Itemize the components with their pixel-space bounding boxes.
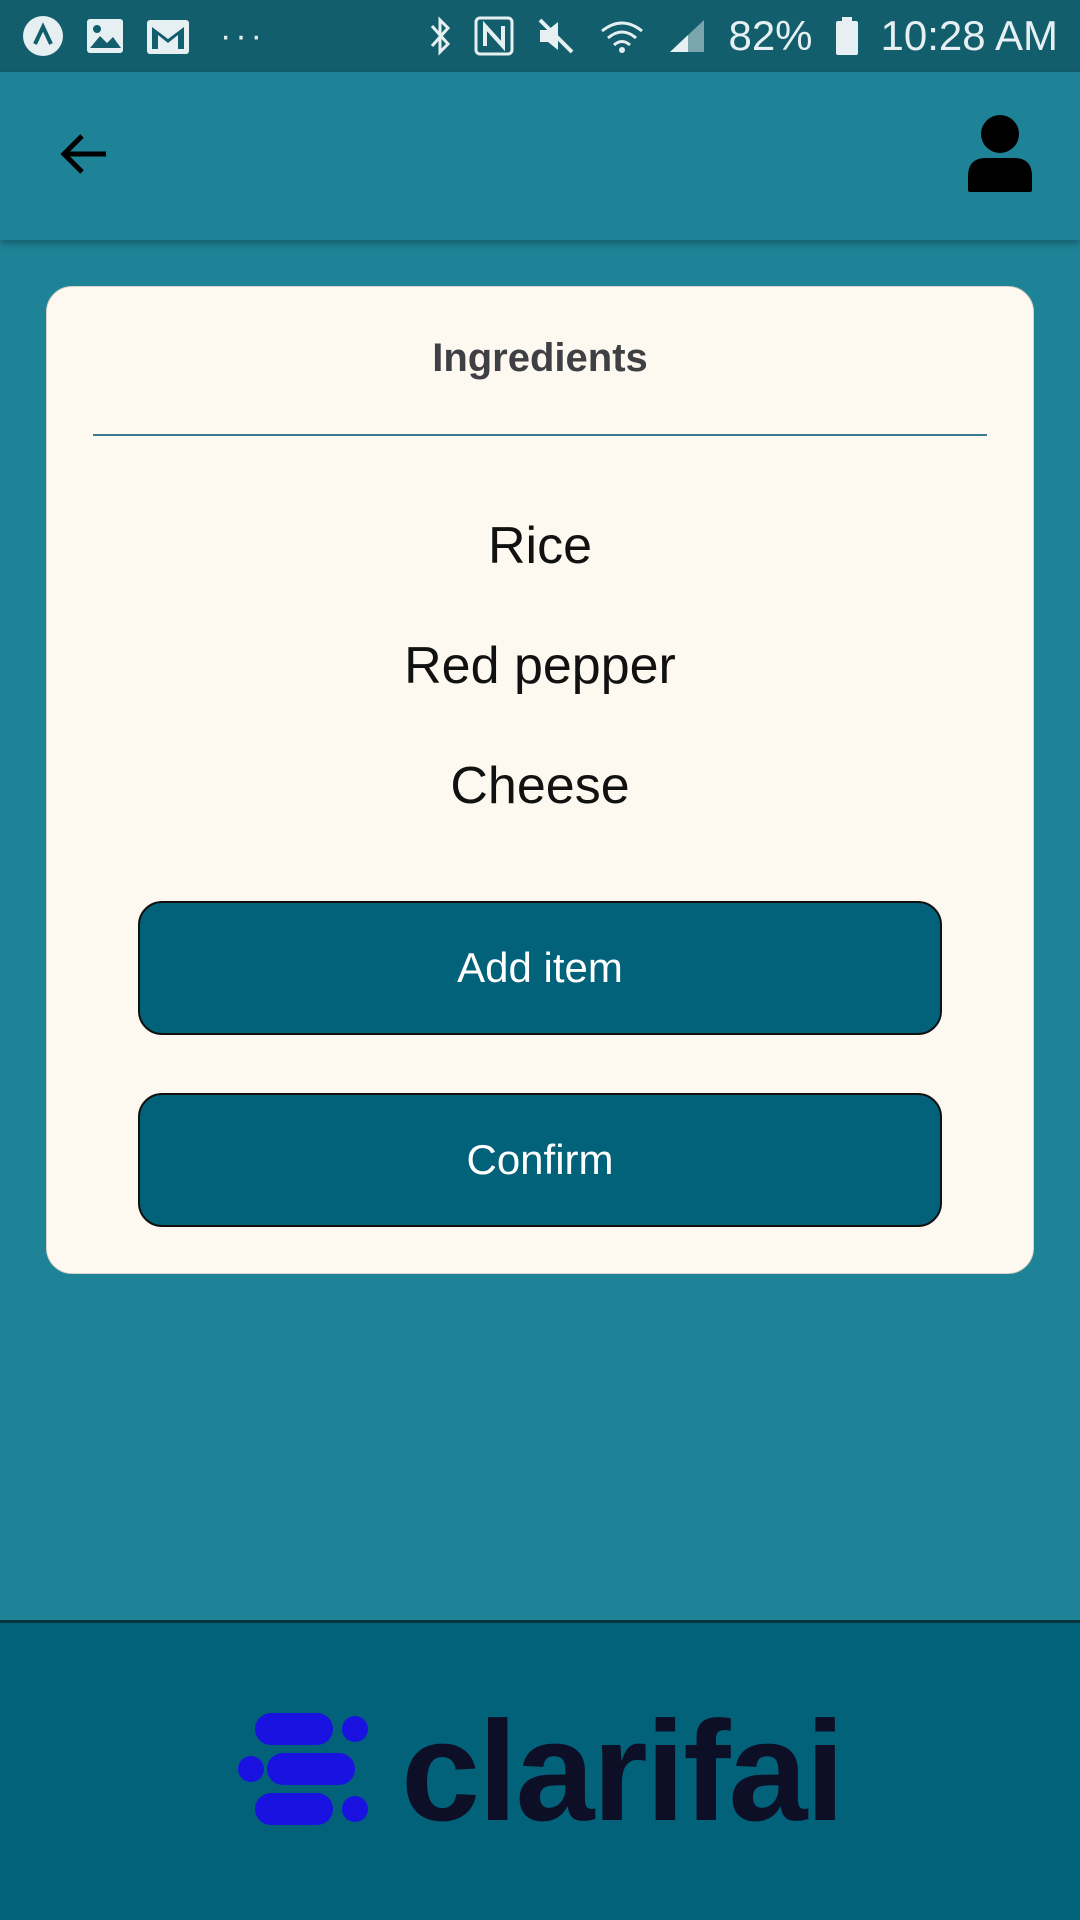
user-icon [966,114,1034,199]
card-title: Ingredients [432,336,648,380]
back-button[interactable] [56,126,112,187]
app-icon [22,15,64,57]
battery-percent: 82% [728,12,813,59]
ingredient-item: Red pepper [404,637,676,695]
image-icon [86,18,124,54]
ingredient-item: Cheese [450,757,630,815]
clarifai-mark-icon [237,1711,371,1832]
mute-icon [536,16,576,56]
nfc-icon [474,16,514,56]
status-bar: ··· 82% 10:28 AM [0,0,1080,72]
footer: clarifai [0,1620,1080,1920]
ingredient-item: Rice [487,517,593,575]
status-bar-left: ··· [22,15,266,57]
logo-text: clarifai [401,1691,845,1851]
clock: 10:28 AM [880,12,1058,59]
add-item-button[interactable]: Add item [138,901,942,1035]
gmail-icon [146,17,190,55]
signal-icon [668,18,706,54]
arrow-left-icon [56,126,112,187]
status-bar-right: 82% 10:28 AM [428,12,1058,60]
profile-button[interactable] [966,114,1034,199]
divider [93,434,987,436]
battery-icon [835,16,859,56]
confirm-button[interactable]: Confirm [138,1093,942,1227]
wifi-icon [598,17,646,55]
more-dots-icon: ··· [220,16,266,55]
app-bar [0,72,1080,240]
bluetooth-icon [428,16,452,56]
clarifai-logo: clarifai [237,1690,845,1854]
